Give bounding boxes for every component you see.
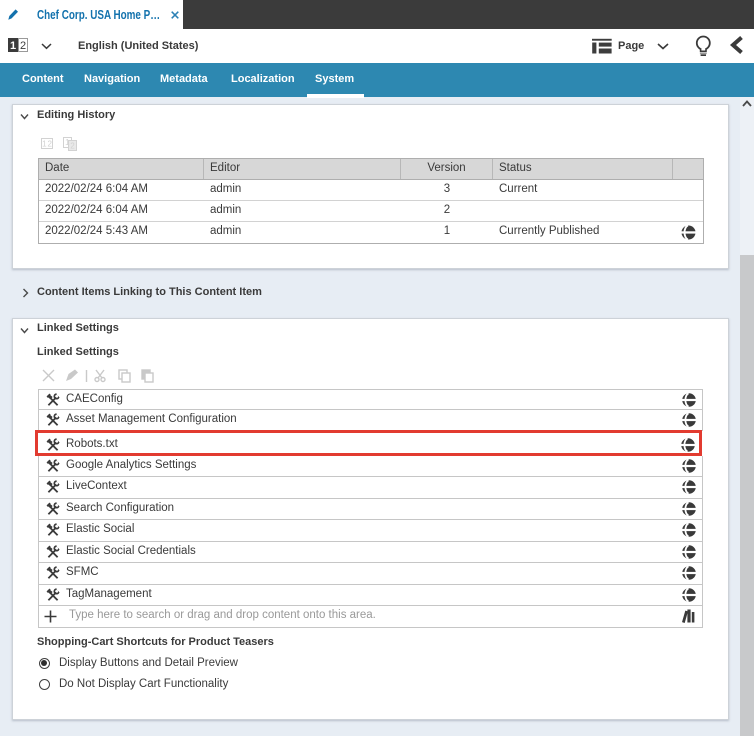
svg-text:1: 1	[42, 140, 47, 149]
svg-text:2: 2	[47, 140, 52, 149]
svg-text:2: 2	[20, 40, 26, 52]
svg-text:2: 2	[70, 142, 75, 151]
svg-text:1: 1	[10, 40, 16, 52]
